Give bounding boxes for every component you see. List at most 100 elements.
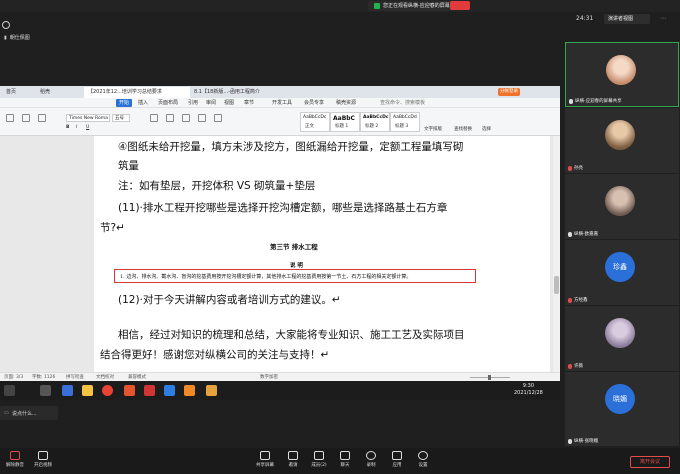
login-button[interactable]: 分帐登录	[498, 88, 520, 96]
font-family-select[interactable]: Times New Roma	[66, 114, 110, 122]
style-heading-3[interactable]: AaBbCcDd 标题 3	[390, 112, 420, 132]
unmute-label: 解除静音	[6, 463, 24, 468]
note-title: 说 明	[290, 263, 303, 269]
vertical-scrollbar[interactable]	[553, 136, 560, 372]
chat-placeholder: 说点什么...	[12, 411, 37, 417]
menu-insert[interactable]: 插入	[138, 99, 148, 107]
taskview-icon[interactable]	[40, 385, 51, 396]
logo-icon	[2, 14, 10, 29]
share-screen-button[interactable]: 共享屏幕	[252, 451, 278, 473]
menu-reference[interactable]: 引用	[188, 99, 198, 107]
tab-doc-active[interactable]: 【2021年12...培训学习总结要求	[84, 87, 190, 98]
wps-writer-icon[interactable]	[144, 385, 155, 396]
taskbar-clock: 9:30 2021/12/28	[514, 383, 543, 397]
align-icon[interactable]	[182, 114, 190, 122]
settings-label: 设置	[418, 463, 428, 468]
record-button[interactable]: 录制	[358, 451, 384, 473]
tab-home[interactable]: 首页	[2, 87, 20, 98]
indent-icon[interactable]	[166, 114, 174, 122]
participant-name: 纵横-张晓媚	[568, 438, 598, 444]
folder-icon[interactable]	[82, 385, 93, 396]
view-mode-button[interactable]: 演讲者视图	[604, 14, 650, 24]
meeting-toolbar: 解除静音 开启视频 共享屏幕 邀请 成员(2) 聊天 录制 应用 设置	[0, 448, 680, 474]
list-icon[interactable]	[150, 114, 158, 122]
zoom-slider-thumb[interactable]	[488, 375, 491, 380]
top-bar	[0, 0, 680, 12]
members-button[interactable]: 成员(2)	[306, 451, 332, 473]
unmute-button[interactable]: 解除静音	[2, 451, 28, 473]
start-video-button[interactable]: 开启视频	[30, 451, 56, 473]
bold-icon[interactable]: B	[66, 125, 69, 130]
app-icon[interactable]	[184, 385, 195, 396]
apps-button[interactable]: 应用	[384, 451, 410, 473]
typesetting-button[interactable]: 文字排版	[424, 126, 442, 132]
edge-icon[interactable]	[62, 385, 73, 396]
status-bar: 页面: 3/3 字数: 1126 拼写检查 文档校对 兼容模式 数字加密	[0, 372, 560, 381]
menu-section[interactable]: 章节	[244, 99, 254, 107]
more-icon[interactable]: ⋯	[660, 15, 666, 22]
find-replace-button[interactable]: 查找替换	[454, 126, 472, 132]
stop-watching-button[interactable]	[450, 1, 470, 10]
menu-devtools[interactable]: 开发工具	[272, 99, 292, 107]
shared-screen: 首页 稻壳 【2021年12...培训学习总结要求 8.1【18新版...-函用…	[0, 86, 560, 400]
menu-layout[interactable]: 页面布局	[158, 99, 178, 107]
word-count: 字数: 1126	[32, 375, 56, 380]
style-h3-name: 标题 3	[395, 124, 409, 129]
spacing-icon[interactable]	[198, 114, 206, 122]
mic-off-icon	[568, 165, 572, 171]
share-notice-text: 您正在观看纵横-应迎春的屏幕	[383, 3, 450, 9]
participant-tile-3[interactable]: 纵横-欧嘉嘉	[565, 174, 679, 239]
underline-icon[interactable]: U	[86, 125, 89, 130]
note-text: 1. 边沟、排水沟、截水沟、盲沟的挖基费用按开挖沟槽定额计算，其他排水工程的挖基…	[120, 274, 412, 280]
participant-name: 方经鑫	[568, 297, 588, 303]
menu-member[interactable]: 会员专享	[304, 99, 324, 107]
italic-icon[interactable]: I	[76, 125, 77, 130]
sharer-label-text: 朝仕佩图	[9, 35, 30, 41]
doc-line-2: 筑量	[118, 160, 139, 172]
participant-tile-2[interactable]: 孙亮	[565, 108, 679, 173]
apps-icon	[392, 451, 402, 460]
cut-icon[interactable]	[22, 114, 30, 122]
app2-icon[interactable]	[206, 385, 217, 396]
style-heading-2[interactable]: AaBbCcDc 标题 2	[360, 112, 390, 132]
chrome-icon[interactable]	[102, 385, 113, 396]
participant-tile-6[interactable]: 晓媚 纵横-张晓媚	[565, 372, 679, 446]
font-size-select[interactable]: 五号	[112, 114, 130, 122]
style-heading-1[interactable]: AaBbC 标题 1	[330, 112, 360, 132]
wps-icon[interactable]	[124, 385, 135, 396]
participant-tile-1[interactable]: 纵横-应迎春的屏幕共享	[565, 42, 679, 107]
scrollbar-thumb[interactable]	[554, 276, 559, 294]
menu-review[interactable]: 审阅	[206, 99, 216, 107]
start-icon[interactable]	[4, 385, 15, 396]
record-label: 录制	[366, 463, 376, 468]
participant-tile-5[interactable]: 许薇	[565, 306, 679, 371]
menu-view[interactable]: 视图	[224, 99, 234, 107]
command-search[interactable]: 查找命令、搜索模板	[380, 99, 425, 107]
start-video-label: 开启视频	[34, 463, 52, 468]
chat-button[interactable]: 聊天	[332, 451, 358, 473]
encrypt-status[interactable]: 数字加密	[260, 374, 278, 380]
mic-icon	[568, 231, 572, 237]
menu-resources[interactable]: 稿壳资源	[336, 99, 356, 107]
sort-icon[interactable]	[214, 114, 222, 122]
spell-check[interactable]: 拼写检查	[66, 374, 84, 380]
tab-docer[interactable]: 稻壳	[36, 87, 54, 98]
avatar	[605, 186, 635, 216]
leave-meeting-button[interactable]: 离开会议	[630, 456, 670, 468]
participant-tile-4[interactable]: 珍鑫 方经鑫	[565, 240, 679, 305]
settings-button[interactable]: 设置	[410, 451, 436, 473]
avatar-initials: 珍鑫	[605, 252, 635, 282]
style-normal[interactable]: AaBbCcDc 正文	[300, 112, 330, 132]
avatar	[605, 318, 635, 348]
paste-icon[interactable]	[6, 114, 14, 122]
doc-proof[interactable]: 文档校对	[96, 374, 114, 380]
meeting-app-icon[interactable]	[164, 385, 175, 396]
style-normal-sample: AaBbCcDc	[303, 115, 327, 120]
invite-button[interactable]: 邀请	[280, 451, 306, 473]
invite-label: 邀请	[288, 463, 298, 468]
format-painter-icon[interactable]	[38, 114, 46, 122]
chat-icon: ▭	[4, 410, 9, 416]
tab-doc-2[interactable]: 8.1【18新版...-函用工程简介	[190, 87, 300, 98]
menu-start[interactable]: 开始	[116, 99, 133, 107]
select-button[interactable]: 选择	[482, 126, 491, 132]
